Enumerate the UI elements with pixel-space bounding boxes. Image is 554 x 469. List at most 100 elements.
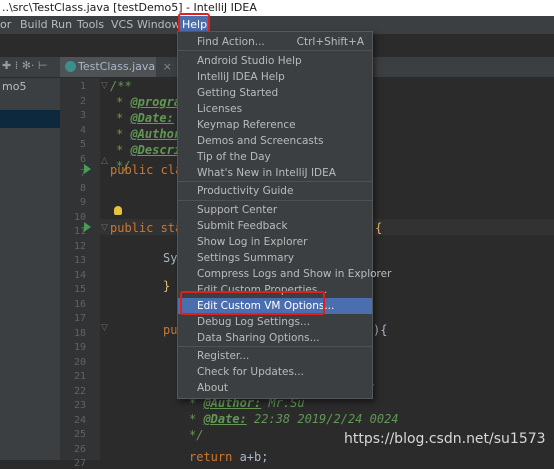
help-menu-item-productivity-guide[interactable]: Productivity Guide [178, 183, 372, 199]
fold-icon[interactable]: ▽ [101, 81, 108, 91]
line-number: 21 [73, 371, 86, 382]
code-line-18-end: ){ [373, 323, 388, 337]
project-toolbar-icons[interactable]: ✚ ⁞ ✻· ⊢ [2, 59, 48, 72]
menu-item-label: Compress Logs and Show in Explorer [197, 268, 392, 280]
menu-separator [178, 181, 372, 182]
line-number: 23 [73, 400, 86, 411]
menu-item-label: Keymap Reference [197, 119, 296, 131]
help-menu-item-edit-custom-properties[interactable]: Edit Custom Properties... [178, 282, 372, 298]
javadoc-tag: @Date: [203, 412, 247, 426]
line-number: 26 [73, 443, 86, 455]
line-number: 24 [73, 414, 86, 426]
line-number: 2 [79, 95, 86, 107]
code-line-25: * @Date: 22:38 2019/2/24 0024 [189, 412, 399, 426]
line-number: 20 [73, 356, 86, 368]
menu-vcs[interactable]: VCS [111, 16, 133, 34]
fold-icon[interactable]: ▽ [101, 223, 108, 233]
help-menu-item-settings-summary[interactable]: Settings Summary [178, 250, 372, 266]
menu-item-partial[interactable]: or [0, 16, 11, 34]
menu-item-label: Show Log in Explorer [197, 236, 308, 248]
line-number: 18 [73, 327, 86, 339]
line-number: 7 [79, 168, 86, 179]
help-menu-item-debug-log-settings[interactable]: Debug Log Settings... [178, 314, 372, 330]
fold-icon[interactable]: △ [101, 156, 108, 166]
menu-separator [178, 346, 372, 347]
menu-item-label: Productivity Guide [197, 185, 294, 197]
menu-item-label: IntelliJ IDEA Help [197, 71, 285, 83]
menu-item-label: Demos and Screencasts [197, 135, 324, 147]
help-menu-item-edit-custom-vm-options[interactable]: Edit Custom VM Options... [178, 298, 372, 314]
help-menu-item-demos-and-screencasts[interactable]: Demos and Screencasts [178, 133, 372, 149]
code-line-5: * @Descri [116, 143, 182, 157]
menu-item-label: Edit Custom Properties... [197, 284, 328, 296]
help-menu-item-about[interactable]: About [178, 380, 372, 396]
line-number: 11 [73, 226, 86, 237]
menu-item-label: Android Studio Help [197, 55, 302, 67]
help-menu-item-intellij-idea-help[interactable]: IntelliJ IDEA Help [178, 69, 372, 85]
help-menu-item-compress-logs-and-show-in-explorer[interactable]: Compress Logs and Show in Explorer [178, 266, 391, 282]
line-number: 13 [73, 255, 86, 266]
menu-item-label: Check for Updates... [197, 366, 304, 378]
menu-item-label: Support Center [197, 204, 278, 216]
menu-item-label: Submit Feedback [197, 220, 288, 232]
line-number: 12 [73, 240, 86, 252]
help-menu-item-show-log-in-explorer[interactable]: Show Log in Explorer [178, 234, 372, 250]
code-line-27: return a+b; [189, 450, 269, 464]
menu-separator [178, 50, 372, 51]
project-root-label[interactable]: mo5 [2, 80, 26, 93]
line-number: 17 [73, 313, 86, 324]
menu-item-label: Settings Summary [197, 252, 295, 264]
line-number: 9 [79, 197, 86, 208]
menu-item-label: Register... [197, 350, 250, 362]
help-menu-item-data-sharing-options[interactable]: Data Sharing Options... [178, 330, 372, 346]
javadoc-tag: @Date: [130, 111, 174, 125]
help-menu-item-support-center[interactable]: Support Center [178, 202, 372, 218]
code-line-3: * @Date: [116, 111, 174, 125]
menu-run[interactable]: Run [51, 16, 72, 34]
help-menu-item-tip-of-the-day[interactable]: Tip of the Day [178, 149, 372, 165]
line-number: 4 [79, 124, 86, 136]
tab-testclass-java[interactable]: TestClass.java × [60, 57, 172, 77]
project-selected-row[interactable] [0, 110, 60, 128]
tab-close-icon[interactable]: × [163, 60, 172, 73]
help-menu-dropdown: Find Action... Ctrl+Shift+A Android Studio… [177, 31, 391, 399]
menu-item-label: Getting Started [197, 87, 279, 99]
menu-tools[interactable]: Tools [77, 16, 104, 34]
code-line-26: */ [189, 428, 204, 442]
run-class-icon[interactable] [84, 164, 91, 174]
help-menu-item-keymap-reference[interactable]: Keymap Reference [178, 117, 372, 133]
window-title: ..\src\TestClass.java [testDemo5] - Inte… [0, 0, 554, 16]
help-menu-item-find-action[interactable]: Find Action... Ctrl+Shift+A [178, 34, 372, 50]
project-pane: mo5 [0, 78, 60, 460]
line-number: 19 [73, 342, 86, 353]
help-menu-item-register[interactable]: Register... [178, 348, 372, 364]
menu-item-label: Tip of the Day [197, 151, 271, 163]
menu-item-label: Edit Custom VM Options... [197, 300, 335, 312]
menu-item-shortcut: Ctrl+Shift+A [296, 36, 364, 48]
line-number: 25 [73, 429, 86, 440]
line-number: 15 [73, 284, 86, 295]
line-number: 6 [79, 153, 86, 165]
line-number: 10 [73, 211, 86, 223]
help-menu-item-android-studio-help[interactable]: Android Studio Help [178, 53, 372, 69]
line-number: 8 [79, 182, 86, 194]
line-number: 5 [79, 139, 86, 150]
line-number: 22 [73, 385, 86, 397]
menu-item-label: Data Sharing Options... [197, 332, 320, 344]
help-menu-item-check-for-updates[interactable]: Check for Updates... [178, 364, 372, 380]
help-menu-item-licenses[interactable]: Licenses [178, 101, 372, 117]
menu-build[interactable]: Build [20, 16, 48, 34]
code-line-4: * @Author [116, 127, 182, 141]
menu-item-label: About [197, 382, 229, 394]
help-menu-item-submit-feedback[interactable]: Submit Feedback [178, 218, 372, 234]
code-line-11-brace: { [375, 221, 383, 235]
code-line-1: /** [110, 79, 132, 93]
watermark-text: https://blog.csdn.net/su1573 [344, 431, 546, 447]
fold-icon[interactable]: ▽ [101, 323, 108, 333]
run-main-icon[interactable] [84, 222, 91, 232]
menu-window[interactable]: Window [137, 16, 180, 34]
help-menu-item-getting-started[interactable]: Getting Started [178, 85, 372, 101]
javadoc-tag: @Author [130, 127, 182, 141]
lightbulb-icon[interactable] [114, 206, 122, 215]
help-menu-item-what-s-new-in-intellij-idea[interactable]: What's New in IntelliJ IDEA [178, 165, 372, 181]
